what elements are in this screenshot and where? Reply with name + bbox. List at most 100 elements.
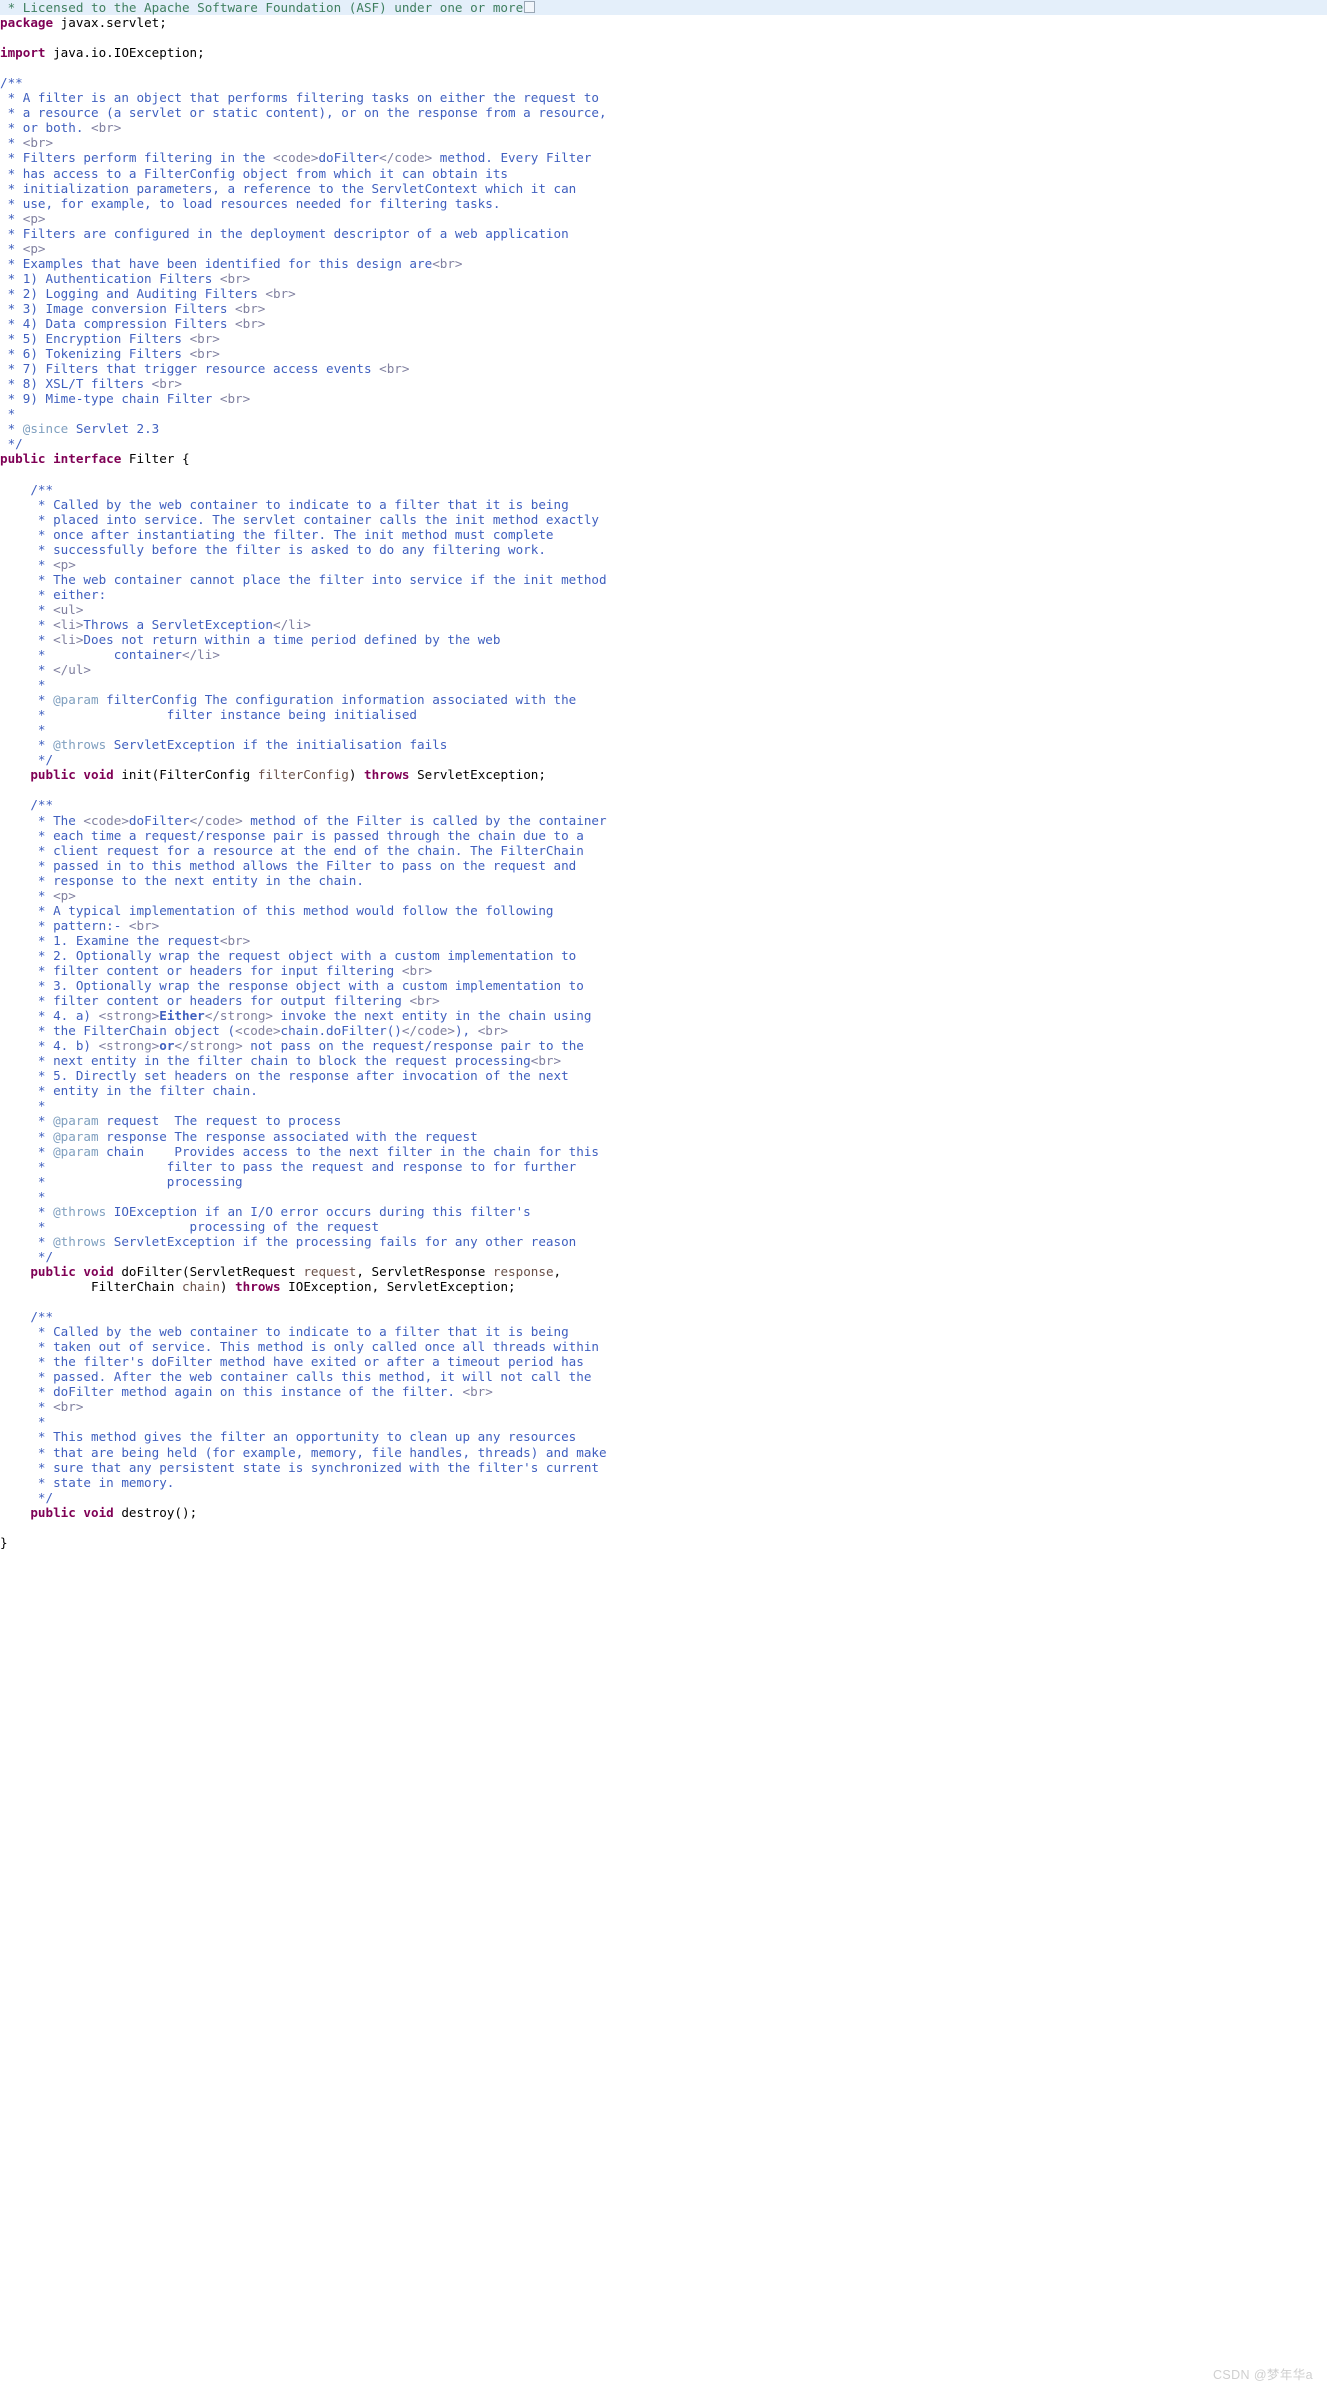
code-line[interactable]: * 1) Authentication Filters <br> [0,271,1327,286]
code-line[interactable]: * 4. a) <strong>Either</strong> invoke t… [0,1008,1327,1023]
code-line[interactable]: * @throws IOException if an I/O error oc… [0,1204,1327,1219]
code-editor[interactable]: * Licensed to the Apache Software Founda… [0,0,1327,1550]
code-line[interactable]: * @param chain Provides access to the ne… [0,1144,1327,1159]
code-line[interactable]: /** [0,482,1327,497]
code-line[interactable]: * the FilterChain object (<code>chain.do… [0,1023,1327,1038]
code-line[interactable]: * @param filterConfig The configuration … [0,692,1327,707]
code-line[interactable]: */ [0,436,1327,451]
code-line[interactable]: * use, for example, to load resources ne… [0,196,1327,211]
code-line[interactable]: * 8) XSL/T filters <br> [0,376,1327,391]
code-line[interactable]: * processing of the request [0,1219,1327,1234]
code-line[interactable]: * <li>Throws a ServletException</li> [0,617,1327,632]
code-line[interactable]: * 6) Tokenizing Filters <br> [0,346,1327,361]
code-line[interactable]: * [0,677,1327,692]
code-line[interactable]: * The <code>doFilter</code> method of th… [0,813,1327,828]
code-line[interactable]: * <p> [0,888,1327,903]
code-line[interactable]: * pattern:- <br> [0,918,1327,933]
code-line[interactable] [0,1294,1327,1309]
code-line[interactable]: * or both. <br> [0,120,1327,135]
code-line[interactable]: * <p> [0,211,1327,226]
code-line[interactable]: * Licensed to the Apache Software Founda… [0,0,1327,16]
code-fold-marker-icon[interactable] [524,1,536,13]
code-line[interactable]: * <ul> [0,602,1327,617]
code-line[interactable]: /** [0,1309,1327,1324]
code-line[interactable]: * @since Servlet 2.3 [0,421,1327,436]
code-line[interactable]: * client request for a resource at the e… [0,843,1327,858]
code-line[interactable]: * [0,1189,1327,1204]
code-line[interactable] [0,60,1327,75]
code-line[interactable]: * container</li> [0,647,1327,662]
code-line[interactable]: * A typical implementation of this metho… [0,903,1327,918]
code-line[interactable]: } [0,1535,1327,1550]
code-line[interactable]: * <p> [0,557,1327,572]
code-line[interactable]: * <p> [0,241,1327,256]
code-line[interactable]: * 2) Logging and Auditing Filters <br> [0,286,1327,301]
code-line[interactable]: /** [0,797,1327,812]
code-line[interactable] [0,466,1327,481]
code-line[interactable]: * has access to a FilterConfig object fr… [0,166,1327,181]
code-line[interactable]: /** [0,75,1327,90]
code-line[interactable]: * sure that any persistent state is sync… [0,1460,1327,1475]
code-line[interactable]: * [0,1414,1327,1429]
code-line[interactable]: * response to the next entity in the cha… [0,873,1327,888]
code-line[interactable]: * state in memory. [0,1475,1327,1490]
code-line[interactable]: * <br> [0,1399,1327,1414]
code-line[interactable]: package javax.servlet; [0,15,1327,30]
code-line[interactable]: public void init(FilterConfig filterConf… [0,767,1327,782]
code-line[interactable]: * 9) Mime-type chain Filter <br> [0,391,1327,406]
code-line[interactable]: * doFilter method again on this instance… [0,1384,1327,1399]
code-line[interactable]: * filter content or headers for output f… [0,993,1327,1008]
code-line[interactable]: */ [0,1490,1327,1505]
code-line[interactable]: * <li>Does not return within a time peri… [0,632,1327,647]
code-line[interactable]: * each time a request/response pair is p… [0,828,1327,843]
code-line[interactable]: * either: [0,587,1327,602]
code-line[interactable]: * filter instance being initialised [0,707,1327,722]
code-line[interactable]: * Filters are configured in the deployme… [0,226,1327,241]
code-line[interactable]: * A filter is an object that performs fi… [0,90,1327,105]
code-line[interactable] [0,1520,1327,1535]
code-line[interactable]: * 4) Data compression Filters <br> [0,316,1327,331]
code-line[interactable]: * </ul> [0,662,1327,677]
code-line[interactable]: * @throws ServletException if the proces… [0,1234,1327,1249]
code-line[interactable]: * initialization parameters, a reference… [0,181,1327,196]
code-line[interactable]: public void destroy(); [0,1505,1327,1520]
code-line[interactable]: * once after instantiating the filter. T… [0,527,1327,542]
code-line[interactable]: */ [0,1249,1327,1264]
code-line[interactable]: * entity in the filter chain. [0,1083,1327,1098]
code-line[interactable]: * Called by the web container to indicat… [0,497,1327,512]
code-line[interactable]: * placed into service. The servlet conta… [0,512,1327,527]
code-line[interactable]: * taken out of service. This method is o… [0,1339,1327,1354]
code-line[interactable]: * Called by the web container to indicat… [0,1324,1327,1339]
code-line[interactable]: */ [0,752,1327,767]
code-line[interactable]: * <br> [0,135,1327,150]
code-line[interactable]: * [0,406,1327,421]
code-line[interactable]: * 5) Encryption Filters <br> [0,331,1327,346]
code-line[interactable]: * [0,722,1327,737]
code-line[interactable]: * 3. Optionally wrap the response object… [0,978,1327,993]
code-line[interactable]: * filter content or headers for input fi… [0,963,1327,978]
code-line[interactable]: * that are being held (for example, memo… [0,1445,1327,1460]
code-line[interactable]: * the filter's doFilter method have exit… [0,1354,1327,1369]
code-line[interactable]: * The web container cannot place the fil… [0,572,1327,587]
code-line[interactable]: * Examples that have been identified for… [0,256,1327,271]
code-line[interactable]: public void doFilter(ServletRequest requ… [0,1264,1327,1279]
code-line[interactable]: * 1. Examine the request<br> [0,933,1327,948]
code-line[interactable]: * Filters perform filtering in the <code… [0,150,1327,165]
code-line[interactable]: * 4. b) <strong>or</strong> not pass on … [0,1038,1327,1053]
code-line[interactable]: * a resource (a servlet or static conten… [0,105,1327,120]
code-line[interactable]: * 2. Optionally wrap the request object … [0,948,1327,963]
code-line[interactable]: * This method gives the filter an opport… [0,1429,1327,1444]
code-line[interactable]: * next entity in the filter chain to blo… [0,1053,1327,1068]
code-line[interactable]: * passed in to this method allows the Fi… [0,858,1327,873]
code-line[interactable]: * passed. After the web container calls … [0,1369,1327,1384]
code-line[interactable]: * filter to pass the request and respons… [0,1159,1327,1174]
code-line[interactable]: * 5. Directly set headers on the respons… [0,1068,1327,1083]
code-line[interactable]: FilterChain chain) throws IOException, S… [0,1279,1327,1294]
code-line[interactable]: * [0,1098,1327,1113]
code-line[interactable] [0,782,1327,797]
code-line[interactable]: * @param response The response associate… [0,1129,1327,1144]
code-line[interactable]: * successfully before the filter is aske… [0,542,1327,557]
code-line[interactable]: * 7) Filters that trigger resource acces… [0,361,1327,376]
code-line[interactable]: * @throws ServletException if the initia… [0,737,1327,752]
code-line[interactable]: * 3) Image conversion Filters <br> [0,301,1327,316]
